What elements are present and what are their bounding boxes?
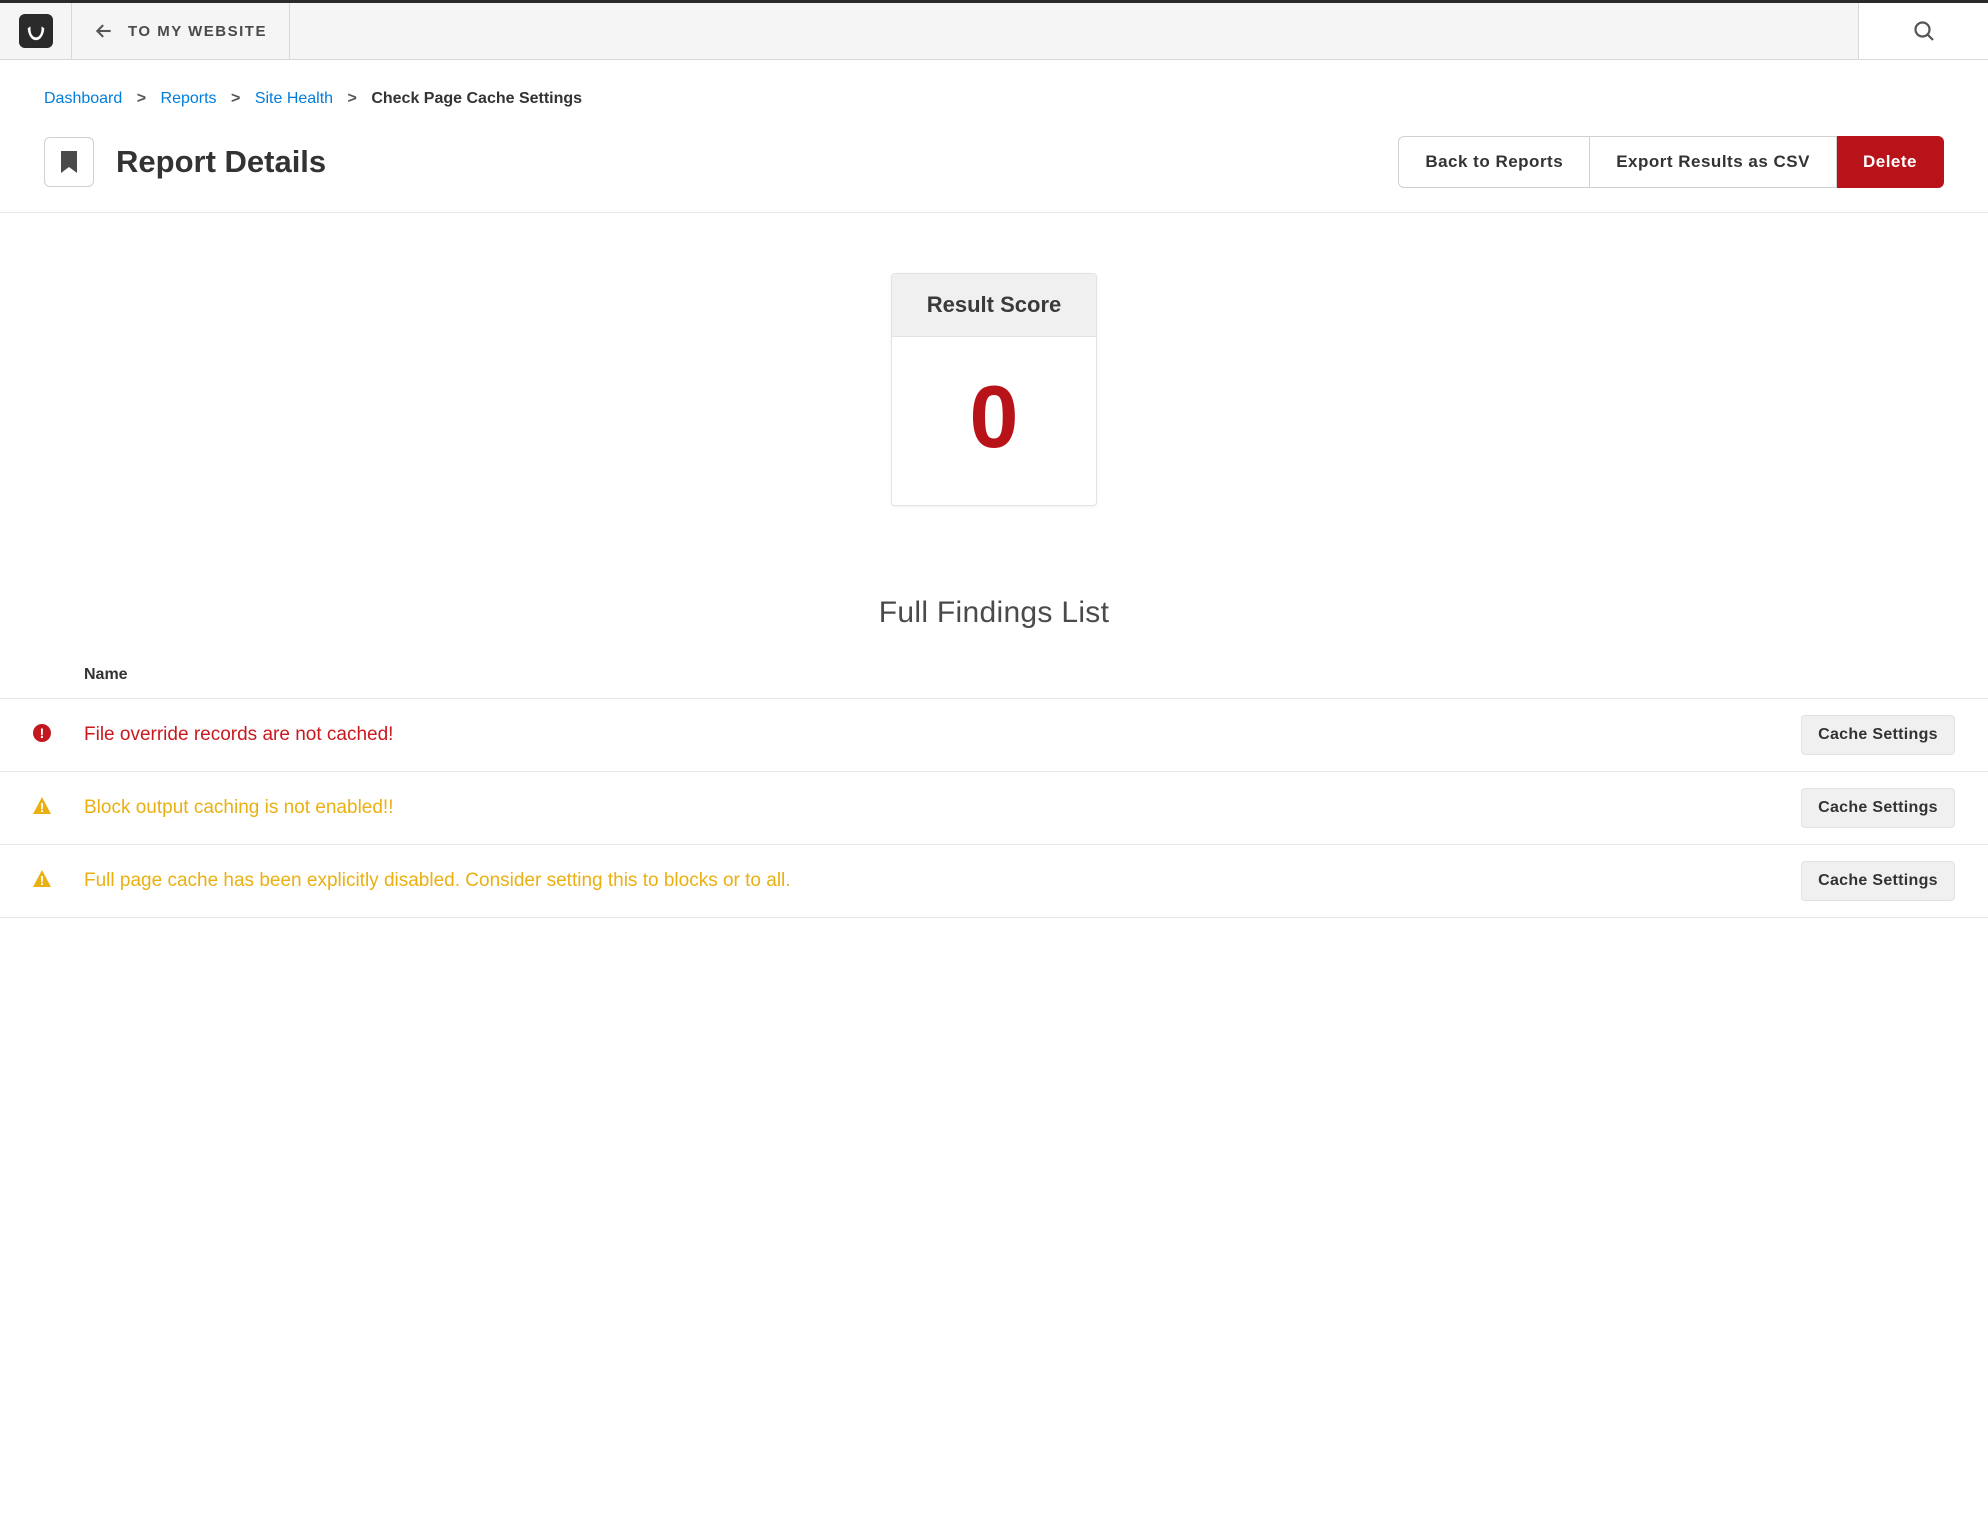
score-card-body: 0 xyxy=(892,337,1096,505)
score-section: Result Score 0 xyxy=(0,213,1988,596)
score-value: 0 xyxy=(892,373,1096,461)
title-left: Report Details xyxy=(44,137,326,187)
findings-table: Name ! File override records are not cac… xyxy=(0,654,1988,918)
cache-settings-button[interactable]: Cache Settings xyxy=(1801,715,1955,755)
cache-settings-button[interactable]: Cache Settings xyxy=(1801,861,1955,901)
breadcrumb-reports[interactable]: Reports xyxy=(161,90,217,107)
hand-icon xyxy=(25,20,47,42)
arrow-left-icon xyxy=(94,21,114,41)
topbar-spacer xyxy=(290,3,1858,59)
breadcrumb-site-health[interactable]: Site Health xyxy=(255,90,333,107)
back-to-reports-button[interactable]: Back to Reports xyxy=(1398,136,1590,188)
findings-heading: Full Findings List xyxy=(0,596,1988,630)
severity-icon-cell: ! xyxy=(0,772,84,845)
breadcrumb-separator: > xyxy=(137,90,146,107)
score-card-heading: Result Score xyxy=(892,274,1096,337)
score-card: Result Score 0 xyxy=(891,273,1097,506)
breadcrumb-dashboard[interactable]: Dashboard xyxy=(44,90,122,107)
finding-row: ! Block output caching is not enabled!! … xyxy=(0,772,1988,845)
finding-row: ! File override records are not cached! … xyxy=(0,699,1988,772)
col-action-header xyxy=(1788,654,1988,699)
breadcrumb-separator: > xyxy=(348,90,357,107)
breadcrumb-separator: > xyxy=(231,90,240,107)
delete-button[interactable]: Delete xyxy=(1837,136,1944,188)
svg-text:!: ! xyxy=(40,800,44,815)
bookmark-icon xyxy=(60,150,78,174)
page-actions: Back to Reports Export Results as CSV De… xyxy=(1398,136,1944,188)
breadcrumb: Dashboard > Reports > Site Health > Chec… xyxy=(44,90,1944,108)
error-icon: ! xyxy=(32,723,52,743)
finding-row: ! Full page cache has been explicitly di… xyxy=(0,845,1988,918)
back-to-site-label: TO MY WEBSITE xyxy=(128,23,267,40)
svg-text:!: ! xyxy=(40,873,44,888)
logo-button[interactable] xyxy=(0,3,72,59)
finding-text: File override records are not cached! xyxy=(84,699,1788,772)
warning-icon: ! xyxy=(32,796,52,816)
page-title: Report Details xyxy=(116,144,326,180)
page-header: Dashboard > Reports > Site Health > Chec… xyxy=(0,60,1988,212)
bookmark-button[interactable] xyxy=(44,137,94,187)
finding-text: Full page cache has been explicitly disa… xyxy=(84,845,1788,918)
concrete-logo xyxy=(19,14,53,48)
warning-icon: ! xyxy=(32,869,52,889)
top-bar: TO MY WEBSITE xyxy=(0,0,1988,60)
severity-icon-cell: ! xyxy=(0,699,84,772)
svg-text:!: ! xyxy=(40,725,45,741)
col-name-header: Name xyxy=(0,654,1788,699)
cache-settings-button[interactable]: Cache Settings xyxy=(1801,788,1955,828)
breadcrumb-current: Check Page Cache Settings xyxy=(371,90,582,107)
back-to-site-link[interactable]: TO MY WEBSITE xyxy=(72,3,290,59)
search-button[interactable] xyxy=(1858,3,1988,59)
title-row: Report Details Back to Reports Export Re… xyxy=(44,136,1944,212)
severity-icon-cell: ! xyxy=(0,845,84,918)
export-csv-button[interactable]: Export Results as CSV xyxy=(1590,136,1837,188)
search-icon xyxy=(1912,19,1936,43)
finding-text: Block output caching is not enabled!! xyxy=(84,772,1788,845)
